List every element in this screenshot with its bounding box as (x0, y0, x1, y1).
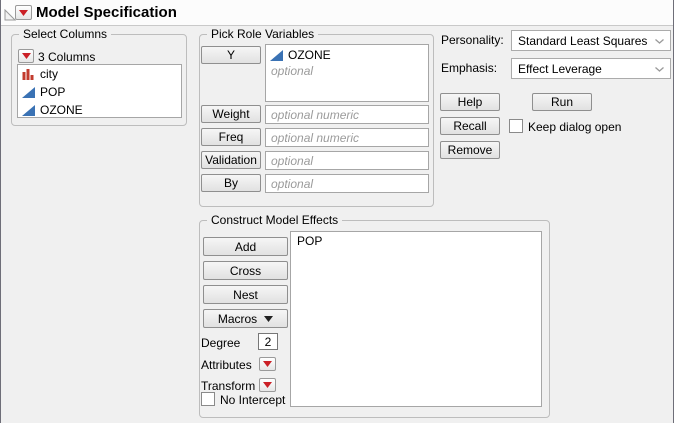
column-name: OZONE (40, 103, 83, 117)
columns-listbox[interactable]: city POP OZONE (17, 64, 182, 118)
validation-placeholder: optional (271, 154, 313, 168)
continuous-column-icon (22, 86, 35, 98)
y-role-value: OZONE (288, 48, 331, 62)
effect-name: POP (297, 234, 322, 248)
freq-placeholder: optional numeric (271, 131, 359, 145)
y-role-item[interactable]: OZONE (266, 45, 428, 64)
by-placeholder: optional (271, 177, 313, 191)
red-triangle-menu-button[interactable] (15, 5, 32, 20)
list-item[interactable]: city (18, 65, 181, 83)
effect-item[interactable]: POP (291, 232, 541, 249)
add-button[interactable]: Add (203, 237, 288, 256)
degree-input[interactable] (258, 333, 278, 350)
nest-button[interactable]: Nest (203, 285, 288, 304)
pick-role-variables-title: Pick Role Variables (207, 27, 318, 41)
fit-model-dialog: Model Specification Select Columns 3 Col… (0, 0, 674, 423)
personality-dropdown[interactable]: Standard Least Squares (511, 30, 671, 51)
weight-role-button[interactable]: Weight (201, 105, 261, 123)
validation-role-button[interactable]: Validation (201, 151, 261, 169)
remove-button[interactable]: Remove (440, 141, 500, 159)
emphasis-label: Emphasis: (441, 61, 497, 75)
by-role-field[interactable]: optional (265, 174, 429, 193)
run-button[interactable]: Run (532, 93, 592, 111)
emphasis-dropdown[interactable]: Effect Leverage (511, 58, 671, 79)
validation-role-field[interactable]: optional (265, 151, 429, 170)
chevron-down-icon (655, 67, 664, 72)
keep-dialog-open-label: Keep dialog open (528, 120, 621, 134)
list-item[interactable]: OZONE (18, 101, 181, 118)
page-title: Model Specification (36, 4, 177, 21)
chevron-down-icon (655, 39, 664, 44)
help-button[interactable]: Help (440, 93, 500, 111)
by-role-button[interactable]: By (201, 174, 261, 192)
degree-label: Degree (201, 336, 240, 350)
black-triangle-icon (264, 316, 273, 322)
red-triangle-icon (263, 361, 272, 367)
weight-placeholder: optional numeric (271, 108, 359, 122)
personality-value: Standard Least Squares (518, 34, 647, 48)
macros-label: Macros (218, 312, 257, 326)
attributes-red-triangle-button[interactable] (259, 357, 276, 371)
cross-button[interactable]: Cross (203, 261, 288, 280)
construct-model-effects-title: Construct Model Effects (207, 213, 342, 227)
macros-button[interactable]: Macros (203, 309, 288, 328)
column-name: POP (40, 85, 65, 99)
nominal-column-icon (22, 68, 35, 80)
continuous-column-icon (22, 104, 35, 116)
model-effects-listbox[interactable]: POP (290, 231, 542, 407)
freq-role-button[interactable]: Freq (201, 128, 261, 146)
transform-label: Transform (201, 379, 255, 393)
continuous-column-icon (270, 49, 283, 61)
red-triangle-icon (19, 10, 28, 16)
freq-role-field[interactable]: optional numeric (265, 128, 429, 147)
columns-count-label: 3 Columns (38, 50, 95, 64)
recall-button[interactable]: Recall (440, 117, 500, 135)
no-intercept-checkbox[interactable] (201, 392, 215, 406)
personality-label: Personality: (441, 33, 504, 47)
y-role-listbox[interactable]: OZONE optional (265, 44, 429, 102)
transform-red-triangle-button[interactable] (259, 378, 276, 392)
list-item[interactable]: POP (18, 83, 181, 101)
keep-dialog-open-checkbox[interactable] (509, 119, 523, 133)
y-role-button[interactable]: Y (201, 46, 261, 64)
column-name: city (40, 67, 58, 81)
outline-title-bar: Model Specification (1, 0, 673, 26)
attributes-label: Attributes (201, 358, 252, 372)
y-role-placeholder: optional (266, 64, 428, 78)
weight-role-field[interactable]: optional numeric (265, 105, 429, 124)
emphasis-value: Effect Leverage (518, 62, 602, 76)
columns-red-triangle-button[interactable] (18, 49, 34, 63)
red-triangle-icon (263, 382, 272, 388)
select-columns-title: Select Columns (19, 27, 111, 41)
no-intercept-label: No Intercept (220, 393, 285, 407)
red-triangle-icon (22, 53, 31, 59)
